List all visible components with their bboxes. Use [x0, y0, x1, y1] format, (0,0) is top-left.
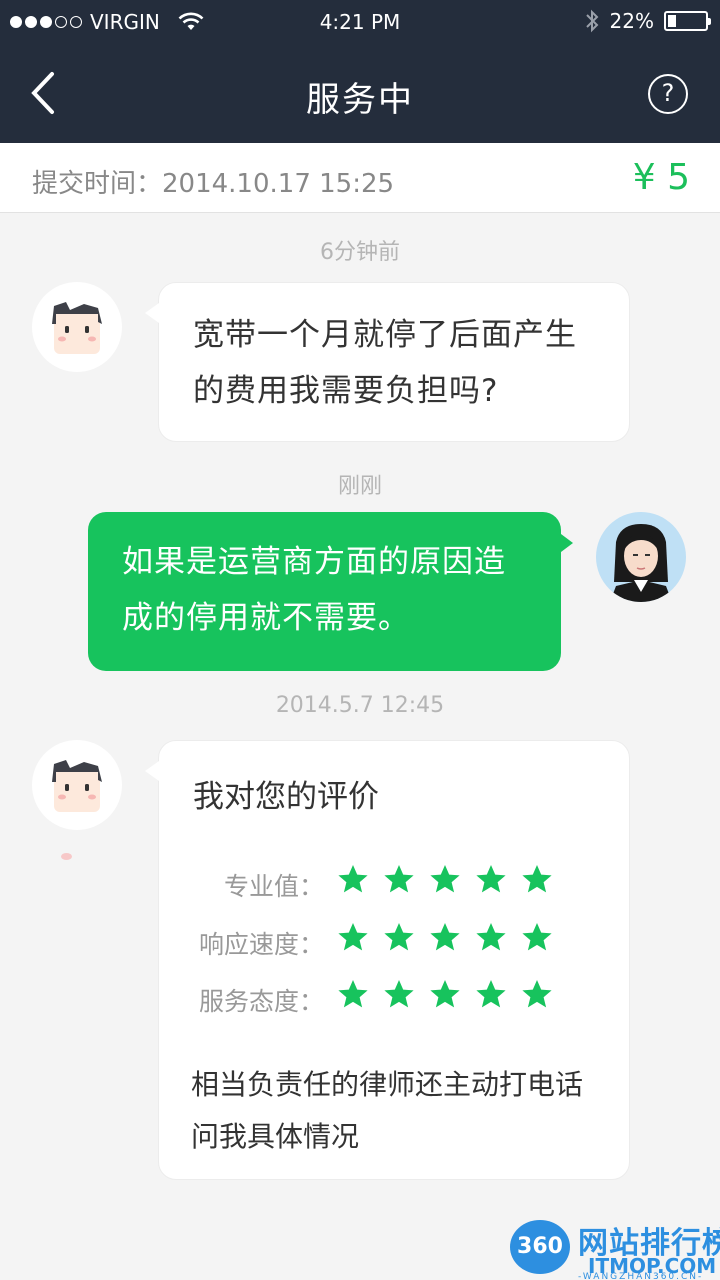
star-icon	[430, 923, 460, 951]
decorative-dot	[61, 853, 72, 860]
message-timestamp: 2014.5.7 12:45	[275, 693, 445, 718]
rating-row-professional: 专业值：	[159, 863, 629, 903]
rating-card: 我对您的评价 专业值： 响应速度： 服务态度： 相当负责任的律师还主动打电话问我…	[145, 740, 630, 1180]
message-text: 如果是运营商方面的原因造成的停用就不需要。	[122, 544, 506, 636]
top-bar: VIRGIN 4:21 PM 22% 服务中 ?	[0, 0, 720, 143]
watermark-badge: 360	[510, 1220, 570, 1274]
star-rating	[337, 863, 553, 895]
star-icon	[476, 865, 506, 893]
help-button[interactable]: ?	[648, 74, 688, 114]
user-avatar[interactable]	[32, 740, 122, 830]
star-icon	[338, 980, 368, 1008]
submit-time: 提交时间：2014.10.17 15:25	[32, 169, 395, 199]
star-icon	[384, 865, 414, 893]
rating-row-attitude: 服务态度：	[159, 978, 629, 1018]
battery-percent: 22%	[609, 9, 654, 33]
rating-row-response: 响应速度：	[159, 921, 629, 961]
star-icon	[384, 923, 414, 951]
message-timestamp: 6分钟前	[320, 240, 400, 265]
woman-face-icon	[610, 524, 672, 602]
rating-comment: 相当负责任的律师还主动打电话问我具体情况	[191, 1068, 584, 1153]
star-icon	[476, 923, 506, 951]
rating-title: 我对您的评价	[193, 779, 379, 815]
star-rating	[337, 921, 553, 953]
star-icon	[338, 865, 368, 893]
star-rating	[337, 978, 553, 1010]
rating-label: 专业值：	[223, 872, 324, 901]
order-info-bar: 提交时间：2014.10.17 15:25 ¥ 5	[0, 143, 720, 213]
user-avatar[interactable]	[32, 282, 122, 372]
star-icon	[476, 980, 506, 1008]
lawyer-message-bubble: 如果是运营商方面的原因造成的停用就不需要。	[88, 512, 573, 671]
price-label: ¥ 5	[632, 157, 690, 198]
watermark-logo: 360 网站排行榜 ITMOP.COM -WANGZHAN360.CN-	[506, 1214, 720, 1280]
star-icon	[522, 865, 552, 893]
boy-face-icon	[52, 302, 102, 354]
page-title: 服务中	[306, 80, 414, 120]
star-icon	[522, 980, 552, 1008]
bluetooth-icon	[585, 9, 598, 33]
star-icon	[430, 980, 460, 1008]
message-timestamp: 刚刚	[337, 474, 382, 499]
lawyer-avatar[interactable]	[596, 512, 686, 602]
navigation-bar: 服务中 ?	[0, 48, 720, 143]
star-icon	[430, 865, 460, 893]
rating-label: 服务态度：	[198, 987, 324, 1016]
message-text: 宽带一个月就停了后面产生的费用我需要负担吗?	[193, 317, 577, 409]
star-icon	[338, 923, 368, 951]
star-icon	[522, 923, 552, 951]
battery-icon	[664, 11, 711, 31]
status-bar: VIRGIN 4:21 PM 22%	[0, 0, 720, 44]
user-message-bubble: 宽带一个月就停了后面产生的费用我需要负担吗?	[145, 282, 630, 442]
boy-face-icon	[52, 760, 102, 812]
star-icon	[384, 980, 414, 1008]
watermark-url: -WANGZHAN360.CN-	[578, 1272, 704, 1280]
rating-label: 响应速度：	[198, 930, 324, 959]
